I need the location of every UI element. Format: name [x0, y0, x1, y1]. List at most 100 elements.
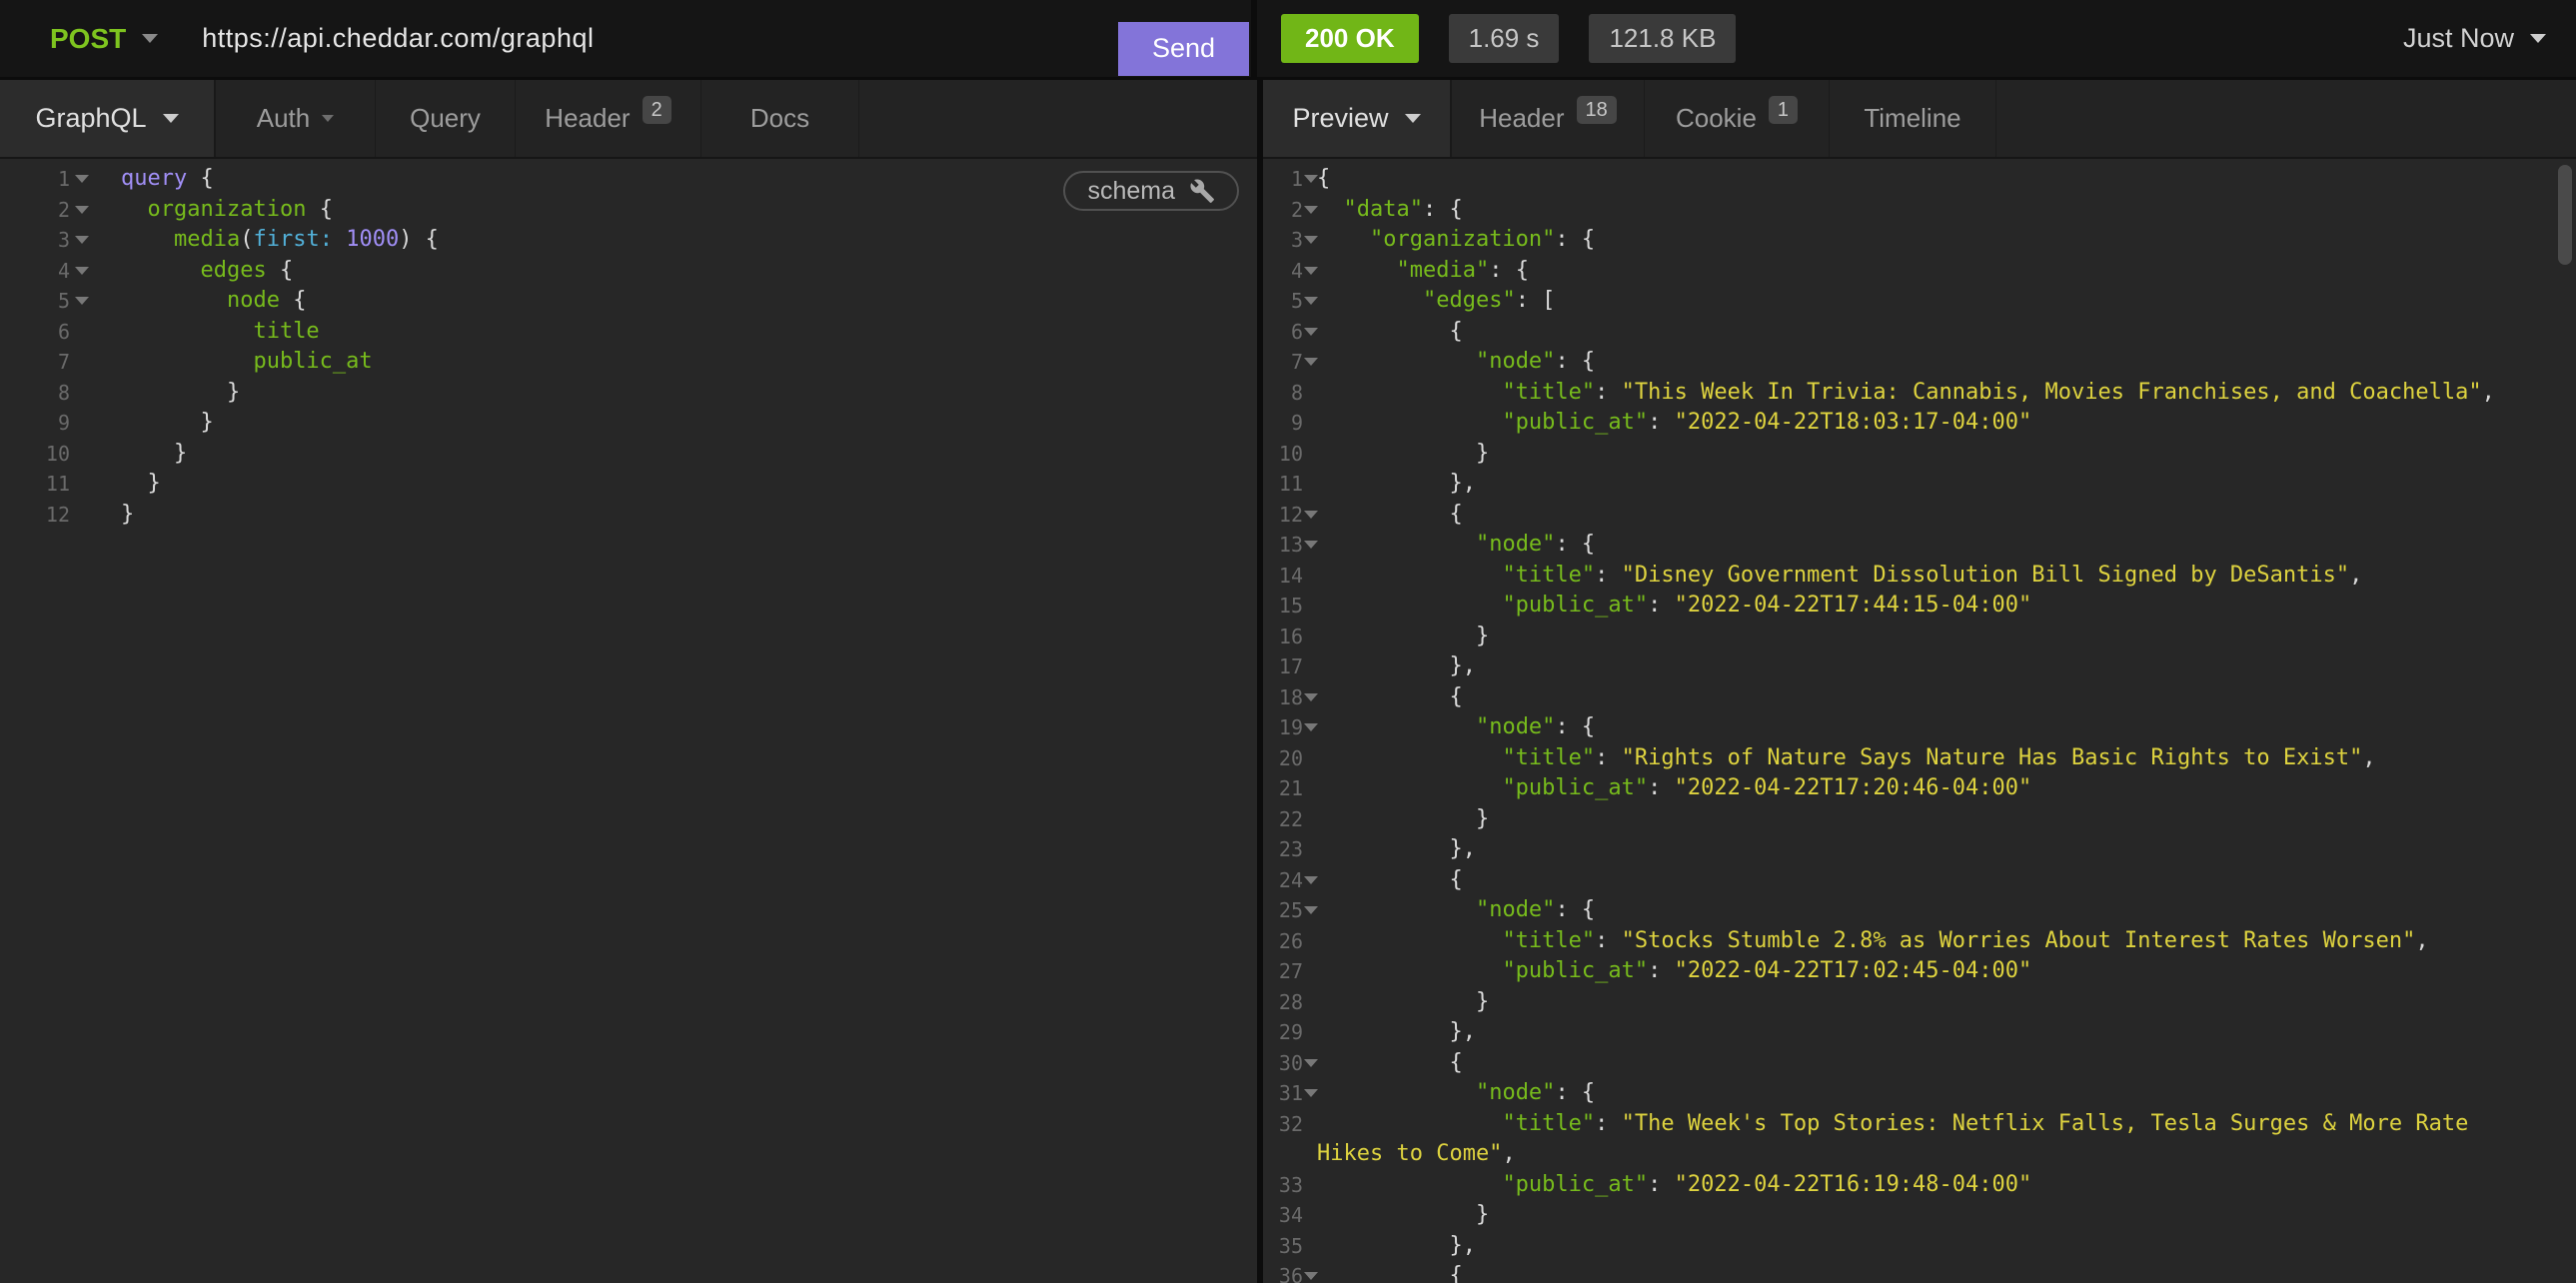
code-text: "edges": [ [1317, 286, 2576, 317]
fold-caret-icon[interactable] [1304, 1089, 1318, 1097]
line-number: 2 [1269, 195, 1303, 226]
line-number: 1 [20, 164, 70, 195]
code-text: "node": { [1317, 895, 2576, 926]
tab-timeline[interactable]: Timeline [1830, 80, 1996, 157]
code-line: 25 "node": { [1263, 895, 2576, 926]
fold-caret-icon[interactable] [1304, 511, 1318, 519]
api-client-window: POST https://api.cheddar.com/graphql Sen… [0, 0, 2576, 1283]
code-text: }, [1317, 1017, 2576, 1048]
tab-docs[interactable]: Docs [701, 80, 859, 157]
code-text: "organization": { [1317, 225, 2576, 256]
code-text: edges { [121, 256, 1257, 287]
code-text: { [1317, 682, 2576, 713]
fold-caret-icon[interactable] [1304, 267, 1318, 275]
code-text: } [1317, 439, 2576, 470]
code-line: 31 "node": { [1263, 1078, 2576, 1109]
line-number: 2 [20, 195, 70, 226]
code-line: 36 { [1263, 1261, 2576, 1283]
size-badge: 121.8 KB [1589, 14, 1736, 63]
fold-caret-icon[interactable] [1304, 1059, 1318, 1067]
code-line: 7 public_at [0, 347, 1257, 378]
preview-mode-dropdown[interactable]: Preview [1263, 80, 1452, 157]
tab-query[interactable]: Query [376, 80, 516, 157]
code-line: 10 } [1263, 439, 2576, 470]
line-number: 8 [20, 378, 70, 409]
fold-caret-icon[interactable] [1304, 175, 1318, 183]
code-text: }, [1317, 651, 2576, 682]
schema-button-label: schema [1087, 177, 1175, 206]
graphql-query-editor[interactable]: schema 1query {2 organization {3 media(f… [0, 159, 1257, 1283]
fold-caret-icon[interactable] [75, 206, 89, 214]
code-line: 7 "node": { [1263, 347, 2576, 378]
line-number: 1 [1269, 164, 1303, 195]
line-number: 33 [1269, 1170, 1303, 1201]
history-dropdown[interactable]: Just Now [2403, 23, 2546, 54]
line-number: 21 [1269, 773, 1303, 804]
code-text: { [1317, 500, 2576, 531]
fold-caret-icon[interactable] [1304, 1272, 1318, 1280]
fold-caret-icon[interactable] [75, 267, 89, 275]
line-number: 15 [1269, 591, 1303, 622]
code-line: 8 "title": "This Week In Trivia: Cannabi… [1263, 378, 2576, 409]
request-pane: GraphQL AuthQueryHeader2Docs schema 1que… [0, 80, 1257, 1283]
tab-auth[interactable]: Auth [216, 80, 376, 157]
fold-caret-icon[interactable] [1304, 297, 1318, 305]
body-type-dropdown[interactable]: GraphQL [0, 80, 216, 157]
method-dropdown[interactable]: POST [50, 23, 158, 55]
schema-button[interactable]: schema [1063, 171, 1239, 211]
line-number: 20 [1269, 743, 1303, 774]
tab-count-badge: 2 [643, 96, 671, 124]
fold-caret-icon[interactable] [1304, 328, 1318, 336]
response-json-viewer[interactable]: 1{2 "data": {3 "organization": {4 "media… [1263, 159, 2576, 1283]
status-badge: 200 OK [1281, 14, 1419, 63]
line-number: 6 [1269, 317, 1303, 348]
code-line: 2 "data": { [1263, 195, 2576, 226]
code-line: 11 } [0, 469, 1257, 500]
code-line: 12 { [1263, 500, 2576, 531]
code-line: 9 "public_at": "2022-04-22T18:03:17-04:0… [1263, 408, 2576, 439]
fold-caret-icon[interactable] [1304, 723, 1318, 731]
code-text: "node": { [1317, 712, 2576, 743]
code-text: "node": { [1317, 347, 2576, 378]
fold-caret-icon[interactable] [1304, 876, 1318, 884]
line-number: 7 [20, 347, 70, 378]
response-meta-bar: 200 OK 1.69 s 121.8 KB Just Now [1257, 0, 2576, 77]
fold-caret-icon[interactable] [1304, 693, 1318, 701]
code-line: 20 "title": "Rights of Nature Says Natur… [1263, 743, 2576, 774]
fold-caret-icon[interactable] [75, 236, 89, 244]
tab-header[interactable]: Header18 [1452, 80, 1645, 157]
code-line: 3 "organization": { [1263, 225, 2576, 256]
line-number: 17 [1269, 651, 1303, 682]
line-number: 35 [1269, 1231, 1303, 1262]
fold-caret-icon[interactable] [75, 175, 89, 183]
url-input[interactable]: https://api.cheddar.com/graphql [202, 23, 594, 54]
code-text: "public_at": "2022-04-22T17:02:45-04:00" [1317, 956, 2576, 987]
send-button[interactable]: Send [1118, 22, 1249, 76]
code-text: } [1317, 622, 2576, 652]
code-line: 10 } [0, 439, 1257, 470]
code-line: 17 }, [1263, 651, 2576, 682]
code-text: media(first: 1000) { [121, 225, 1257, 256]
scrollbar-thumb[interactable] [2558, 165, 2572, 265]
fold-caret-icon[interactable] [1304, 541, 1318, 549]
line-number: 4 [1269, 256, 1303, 287]
code-text: title [121, 317, 1257, 348]
line-number: 10 [20, 439, 70, 470]
line-number: 26 [1269, 926, 1303, 957]
fold-caret-icon[interactable] [1304, 358, 1318, 366]
code-line: 3 media(first: 1000) { [0, 225, 1257, 256]
tab-label: Cookie [1676, 103, 1757, 134]
preview-mode-label: Preview [1292, 103, 1388, 134]
line-number: 29 [1269, 1017, 1303, 1048]
tab-cookie[interactable]: Cookie1 [1645, 80, 1830, 157]
fold-caret-icon[interactable] [1304, 206, 1318, 214]
fold-caret-icon[interactable] [1304, 906, 1318, 914]
code-line: 5 node { [0, 286, 1257, 317]
fold-caret-icon[interactable] [75, 297, 89, 305]
chevron-down-icon [163, 114, 179, 123]
tab-header[interactable]: Header2 [516, 80, 701, 157]
fold-caret-icon[interactable] [1304, 236, 1318, 244]
line-number: 24 [1269, 865, 1303, 896]
line-number: 4 [20, 256, 70, 287]
line-number: 23 [1269, 834, 1303, 865]
